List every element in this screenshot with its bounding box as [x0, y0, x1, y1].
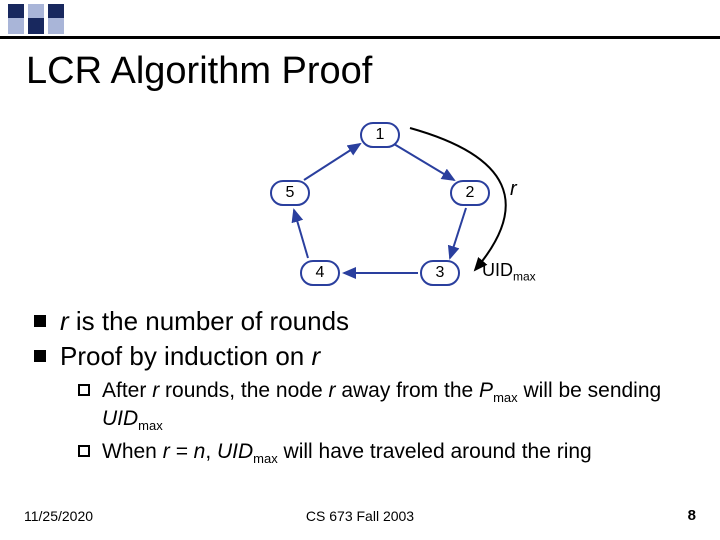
footer-page-number: 8: [688, 507, 696, 524]
node-3: 3: [420, 260, 460, 286]
hollow-bullet-icon: [78, 445, 90, 457]
footer-course: CS 673 Fall 2003: [0, 508, 720, 524]
edge-1-2: [394, 144, 454, 180]
ring-diagram: 1 2 3 4 5 r UIDmax: [0, 110, 720, 300]
edge-5-1: [304, 144, 360, 180]
divider-line: [0, 36, 720, 39]
node-5: 5: [270, 180, 310, 206]
square-bullet-icon: [34, 315, 46, 327]
bullet-1: r is the number of rounds: [34, 306, 694, 337]
sub-bullet-2: When r = n, UIDmax will have traveled ar…: [78, 439, 694, 467]
edge-4-5: [294, 210, 308, 258]
r-label: r: [510, 178, 517, 201]
node-4: 4: [300, 260, 340, 286]
decorative-square: [28, 18, 44, 34]
slide-title: LCR Algorithm Proof: [26, 50, 372, 93]
edge-2-3: [450, 208, 466, 258]
hollow-bullet-icon: [78, 384, 90, 396]
sub-bullet-1: After r rounds, the node r away from the…: [78, 378, 694, 435]
bullet-2: Proof by induction on r: [34, 341, 694, 372]
body-text: r is the number of rounds Proof by induc…: [34, 306, 694, 471]
decorative-square: [48, 18, 64, 34]
decorative-square: [8, 18, 24, 34]
node-1: 1: [360, 122, 400, 148]
square-bullet-icon: [34, 350, 46, 362]
node-2: 2: [450, 180, 490, 206]
uid-max-label: UIDmax: [482, 260, 536, 284]
decorative-topbar: [0, 0, 720, 32]
